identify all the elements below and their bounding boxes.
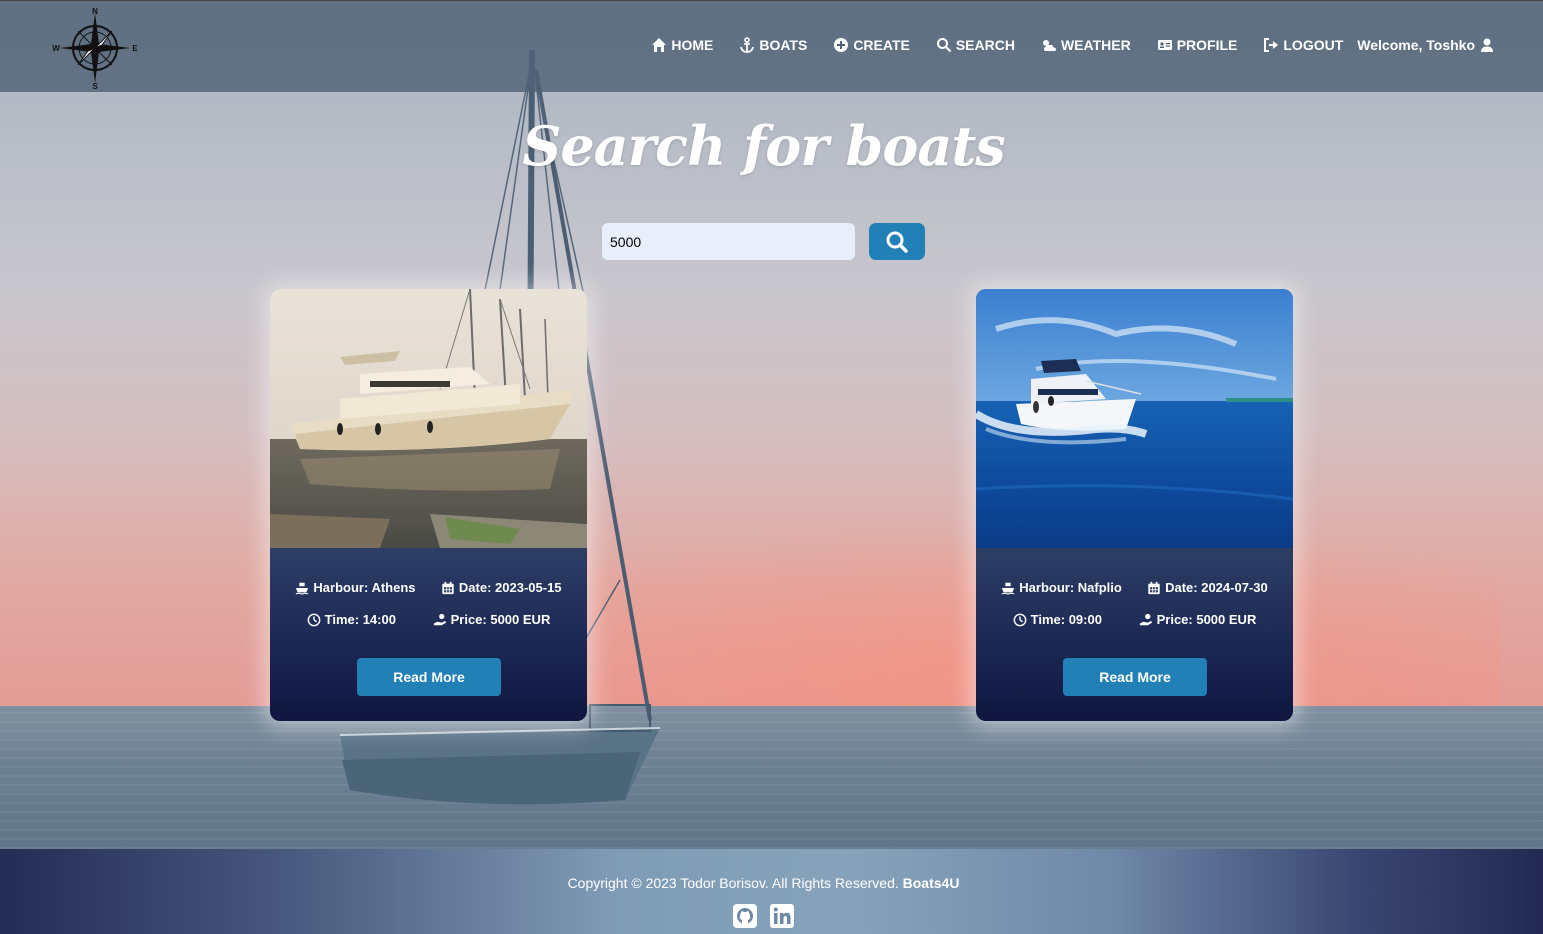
search-icon (886, 231, 908, 253)
time-info: Time: 14:00 (307, 612, 396, 627)
nav-create-link[interactable]: CREATE (833, 37, 910, 53)
brand-name: Boats4U (902, 875, 960, 891)
harbour-text: Harbour: Nafplio (1019, 580, 1122, 595)
nav-profile-link[interactable]: PROFILE (1157, 37, 1238, 53)
price-info: Price: 5000 EUR (433, 612, 551, 627)
calendar-icon (442, 581, 454, 594)
welcome-user: Welcome, Toshko (1357, 37, 1495, 53)
home-icon (652, 38, 667, 52)
nav-weather-link[interactable]: WEATHER (1041, 37, 1131, 53)
linkedin-icon (770, 904, 794, 928)
date-info: Date: 2024-07-30 (1147, 580, 1268, 595)
compass-logo-icon[interactable]: N S E W (50, 5, 140, 91)
nav-weather-label: WEATHER (1060, 37, 1131, 53)
price-text: Price: 5000 EUR (1156, 612, 1257, 627)
logo-letter-w: W (52, 44, 60, 53)
linkedin-link[interactable] (769, 903, 795, 929)
hand-holding-dollar-icon (433, 613, 446, 625)
nav-search-link[interactable]: SEARCH (936, 37, 1015, 53)
nav-home-link[interactable]: HOME (651, 37, 713, 53)
nav-logout-label: LOGOUT (1283, 37, 1344, 53)
nav-boats-label: BOATS (759, 37, 808, 53)
nav-boats-link[interactable]: BOATS (739, 37, 807, 53)
nav-create-label: CREATE (853, 37, 910, 53)
date-text: Date: 2024-07-30 (1165, 580, 1268, 595)
clock-icon (1013, 613, 1027, 626)
ship-icon (296, 582, 309, 595)
boat-card: Harbour: Athens Date: 2023-05-15 Time: 1… (270, 289, 587, 721)
date-text: Date: 2023-05-15 (458, 580, 562, 595)
navbar: N S E W HOME BOATS CREATE SEARCH WEATHER… (0, 0, 1543, 92)
logo-letter-n: N (92, 7, 98, 16)
nav-logout-link[interactable]: LOGOUT (1263, 37, 1343, 53)
calendar-icon (1148, 581, 1160, 594)
welcome-label: Welcome, Toshko (1357, 37, 1475, 53)
date-info: Date: 2023-05-15 (441, 580, 562, 595)
nav-profile-label: PROFILE (1176, 37, 1238, 53)
harbour-info: Harbour: Nafplio (1001, 580, 1122, 595)
card-info-row: Harbour: Athens Date: 2023-05-15 (270, 580, 587, 595)
search-icon (936, 38, 952, 53)
user-icon (1481, 38, 1493, 52)
nav-search-label: SEARCH (955, 37, 1015, 53)
card-info-row: Time: 09:00 Price: 5000 EUR (976, 612, 1293, 627)
read-more-button[interactable]: Read More (357, 658, 501, 696)
logo-letter-s: S (92, 82, 98, 91)
copyright-label: Copyright © 2023 Todor Borisov. All Righ… (567, 875, 899, 891)
search-input[interactable] (602, 223, 855, 260)
clock-icon (307, 613, 321, 626)
price-info: Price: 5000 EUR (1139, 612, 1257, 627)
footer: Copyright © 2023 Todor Borisov. All Righ… (0, 849, 1543, 934)
copyright-text: Copyright © 2023 Todor Borisov. All Righ… (0, 875, 1527, 891)
time-info: Time: 09:00 (1013, 612, 1102, 627)
boat-photo (976, 289, 1293, 548)
time-text: Time: 14:00 (324, 612, 396, 627)
cloud-sun-icon (1042, 40, 1056, 51)
anchor-icon (740, 37, 755, 53)
boat-card: Harbour: Nafplio Date: 2024-07-30 Time: … (976, 289, 1293, 721)
logo-letter-e: E (132, 44, 138, 53)
github-icon (733, 904, 757, 928)
card-info-row: Time: 14:00 Price: 5000 EUR (270, 612, 587, 627)
nav-home-label: HOME (671, 37, 714, 53)
id-card-icon (1157, 40, 1172, 50)
time-text: Time: 09:00 (1030, 612, 1102, 627)
hand-holding-dollar-icon (1139, 613, 1152, 625)
page-title: Search for boats (522, 114, 1005, 178)
harbour-text: Harbour: Athens (313, 580, 416, 595)
plus-circle-icon (834, 38, 849, 52)
harbour-info: Harbour: Athens (295, 580, 416, 595)
price-text: Price: 5000 EUR (450, 612, 551, 627)
ship-icon (1001, 582, 1015, 595)
boat-photo (270, 289, 587, 548)
search-button[interactable] (869, 223, 925, 260)
github-link[interactable] (732, 903, 758, 929)
logout-icon (1264, 38, 1279, 52)
nav-links: HOME BOATS CREATE SEARCH WEATHER PROFILE… (625, 37, 1495, 53)
card-info-row: Harbour: Nafplio Date: 2024-07-30 (976, 580, 1293, 595)
read-more-button[interactable]: Read More (1063, 658, 1207, 696)
